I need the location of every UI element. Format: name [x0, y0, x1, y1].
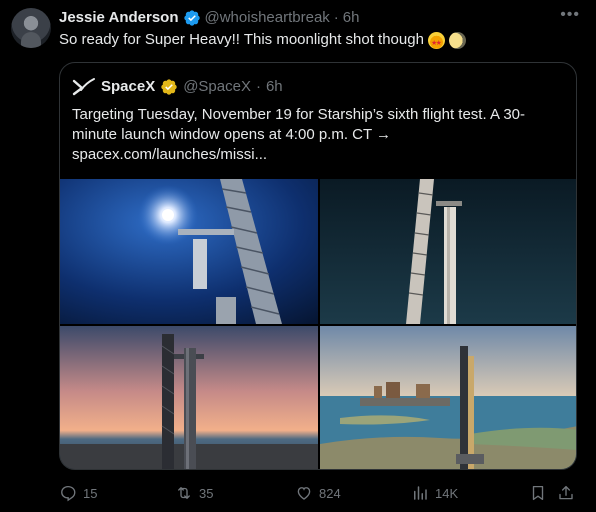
moon-emoji-icon	[448, 31, 466, 49]
quote-text-line: Targeting Tuesday, November 19 for Stars…	[72, 106, 526, 123]
post-text: So ready for Super Heavy!! This moonligh…	[59, 30, 466, 54]
author-name[interactable]: Jessie Anderson	[59, 8, 179, 28]
like-count: 824	[319, 485, 341, 501]
reply-icon	[61, 485, 76, 502]
share-button[interactable]	[557, 484, 575, 502]
quote-author-handle[interactable]: @SpaceX	[183, 77, 251, 97]
post-time[interactable]: 6h	[343, 8, 360, 28]
quote-author-name[interactable]: SpaceX	[101, 77, 155, 97]
star-struck-emoji-icon	[427, 31, 445, 54]
separator-dot: ·	[333, 9, 339, 26]
quote-time[interactable]: 6h	[266, 77, 283, 97]
moonlit-tower-photo[interactable]	[60, 179, 318, 324]
media-grid	[60, 179, 576, 469]
quote-text: Targeting Tuesday, November 19 for Stars…	[72, 105, 562, 165]
avatar[interactable]	[11, 8, 51, 48]
heart-icon	[297, 487, 311, 500]
reply-count: 15	[83, 485, 98, 501]
separator-dot: ·	[255, 78, 261, 95]
author-handle[interactable]: @whoisheartbreak	[205, 8, 330, 28]
bookmark-button[interactable]	[529, 484, 547, 502]
repost-count: 35	[199, 485, 214, 501]
views-count: 14K	[435, 485, 459, 501]
post-body: So ready for Super Heavy!! This moonligh…	[59, 31, 424, 48]
quote-header: SpaceX @SpaceX · 6h	[72, 77, 283, 97]
sunset-tower-photo[interactable]	[60, 326, 318, 469]
quote-link[interactable]: spacex.com/launches/missi...	[72, 145, 562, 165]
bookmark-icon	[532, 485, 544, 501]
spacex-logo-icon	[72, 77, 96, 97]
aerial-launch-site-photo[interactable]	[320, 326, 576, 469]
like-button[interactable]: 824	[295, 484, 341, 502]
more-options-icon[interactable]: •••	[560, 6, 580, 24]
night-tower-photo[interactable]	[320, 179, 576, 324]
verified-badge-icon	[183, 9, 201, 27]
post-header: Jessie Anderson @whoisheartbreak · 6h	[59, 8, 359, 28]
quote-text-line: minute launch window opens at 4:00 p.m. …	[72, 126, 392, 143]
gold-verified-badge-icon	[160, 78, 178, 96]
repost-button[interactable]: 35	[175, 484, 213, 502]
share-icon	[559, 485, 573, 500]
reply-button[interactable]: 15	[59, 484, 97, 502]
views-chart-icon	[414, 486, 427, 500]
views-button[interactable]: 14K	[411, 484, 458, 502]
repost-icon	[178, 487, 190, 499]
quoted-post[interactable]: SpaceX @SpaceX · 6h Targeting Tuesday, N…	[59, 62, 577, 470]
post-actions: 15 35 824 14K	[59, 484, 579, 504]
